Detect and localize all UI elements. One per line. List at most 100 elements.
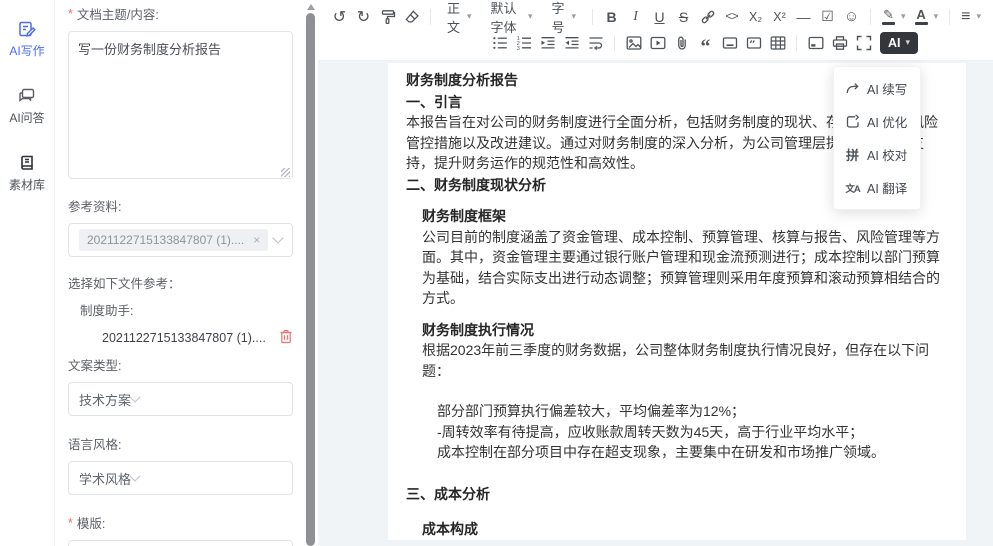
ai-menu: AI 续写 AI 优化 拼 AI 校对 文A	[833, 66, 921, 210]
attachment-icon[interactable]	[670, 31, 693, 54]
insert-video-icon[interactable]	[646, 31, 669, 54]
font-family-dropdown[interactable]: 默认字体▾	[482, 5, 542, 28]
indent-icon[interactable]	[560, 31, 583, 54]
tag-close-icon[interactable]: ×	[253, 234, 260, 246]
caret-icon: ▾	[934, 12, 939, 21]
menu-item-ai-translate[interactable]: 文A AI 翻译	[834, 171, 920, 204]
redo-icon[interactable]: ↻	[352, 5, 375, 28]
menu-item-ai-proofread[interactable]: 拼 AI 校对	[834, 138, 920, 171]
translate-icon: 文A	[845, 180, 860, 195]
outdent-icon[interactable]	[536, 31, 559, 54]
divider-block-icon[interactable]	[718, 31, 741, 54]
menu-item-label: AI 翻译	[867, 178, 907, 197]
fullscreen-icon[interactable]	[852, 31, 875, 54]
code-block-icon[interactable]	[742, 31, 765, 54]
file-reference-group-label: 制度助手:	[80, 300, 293, 319]
horizontal-rule-icon[interactable]: —	[792, 5, 815, 28]
strikethrough-icon[interactable]: S	[672, 5, 695, 28]
delete-file-icon[interactable]	[279, 329, 293, 347]
eraser-icon[interactable]	[400, 5, 423, 28]
nav-rail: AI写作 AI问答 素材库	[0, 0, 55, 546]
doc-block-h2big: 三、成本分析	[406, 484, 950, 505]
caret-icon: ▾	[976, 12, 981, 21]
doc-block-lifirst: 部分部门预算执行偏差较大，平均偏差率为12%；	[437, 401, 950, 422]
topic-label: * 文档主题/内容:	[68, 4, 293, 23]
task-checkbox-icon[interactable]: ☑	[816, 5, 839, 28]
align-dropdown[interactable]: ≡ ▾	[957, 5, 985, 28]
rail-item-label: AI写作	[9, 42, 44, 59]
menu-item-ai-optimize[interactable]: AI 优化	[834, 105, 920, 138]
file-reference-label: 选择如下文件参考：	[68, 273, 293, 292]
insert-image-icon[interactable]	[622, 31, 645, 54]
superscript-icon[interactable]: X²	[768, 5, 791, 28]
chevron-down-icon	[272, 232, 283, 243]
required-mark: *	[68, 7, 73, 21]
font-color-icon: A	[916, 8, 925, 21]
chevron-down-icon	[129, 470, 140, 481]
file-reference-row: 2021122715133847807 (1)....	[102, 329, 293, 347]
italic-icon[interactable]: I	[624, 5, 647, 28]
caret-icon: ▾	[467, 12, 472, 21]
language-style-select[interactable]: 学术风格	[68, 461, 293, 495]
app-root: AI写作 AI问答 素材库	[0, 0, 993, 546]
font-size-dropdown[interactable]: 字号▾	[543, 5, 586, 28]
scroll-up-arrow-icon[interactable]	[307, 4, 315, 10]
underline-icon[interactable]: U	[648, 5, 671, 28]
doc-block-li: 成本控制在部分项目中存在超支现象，主要集中在研发和市场推广领域。	[437, 442, 950, 463]
subscript-icon[interactable]: X₂	[744, 5, 767, 28]
rail-item-label: 素材库	[9, 176, 45, 193]
line-wrap-icon[interactable]	[584, 31, 607, 54]
resize-handle-icon[interactable]	[281, 168, 290, 177]
table-icon[interactable]	[766, 31, 789, 54]
blockquote-icon[interactable]: “	[694, 31, 717, 54]
caret-icon: ▾	[572, 12, 577, 21]
doc-block-h3: 财务制度执行情况	[422, 320, 950, 341]
template-select[interactable]: 通用模板 ✓	[68, 540, 293, 546]
rail-item-library[interactable]: 素材库	[9, 154, 45, 193]
svg-text:3: 3	[516, 46, 519, 51]
highlight-color-dropdown[interactable]: ✎ ▾	[878, 5, 910, 28]
link-icon[interactable]	[696, 5, 719, 28]
editor-toolbar: ↺ ↻ 正文▾	[318, 0, 993, 61]
numbered-list-icon[interactable]: 1 2 3	[512, 31, 535, 54]
language-style-label: 语言风格:	[68, 434, 293, 453]
reference-tag: 2021122715133847807 (1).... ×	[79, 229, 268, 251]
menu-item-label: AI 续写	[867, 79, 907, 98]
chevron-down-icon	[129, 391, 140, 402]
bold-icon[interactable]: B	[600, 5, 623, 28]
caret-icon: ▾	[528, 12, 533, 21]
menu-item-label: AI 校对	[867, 145, 907, 164]
ai-tools-button[interactable]: AI ▾	[880, 32, 918, 54]
menu-item-label: AI 优化	[867, 112, 907, 131]
menu-item-ai-continue[interactable]: AI 续写	[834, 72, 920, 105]
reference-label: 参考资料:	[68, 196, 293, 215]
topic-input[interactable]: 写一份财务制度分析报告	[68, 31, 293, 179]
language-style-value: 学术风格	[79, 469, 131, 488]
copy-type-value: 技术方案	[79, 390, 131, 409]
copy-type-select[interactable]: 技术方案	[68, 382, 293, 416]
file-name: 2021122715133847807 (1)....	[102, 331, 279, 345]
copy-type-label: 文案类型:	[68, 355, 293, 374]
editor: ↺ ↻ 正文▾	[318, 0, 993, 546]
align-icon: ≡	[961, 8, 970, 26]
reference-select[interactable]: 2021122715133847807 (1).... ×	[68, 223, 293, 257]
paragraph-style-dropdown[interactable]: 正文▾	[438, 5, 481, 28]
doc-block-li: -周转效率有待提高，应收账款周转天数为45天，高于行业平均水平；	[437, 422, 950, 443]
embed-panel-icon[interactable]	[804, 31, 827, 54]
scrollbar-thumb[interactable]	[306, 13, 315, 546]
format-painter-icon[interactable]	[376, 5, 399, 28]
print-icon[interactable]	[828, 31, 851, 54]
ai-writing-panel: * 文档主题/内容: 写一份财务制度分析报告 参考资料: 20211227151…	[55, 0, 303, 546]
highlight-pen-icon: ✎	[883, 8, 894, 21]
bullet-list-icon[interactable]	[488, 31, 511, 54]
rail-item-ai-qa[interactable]: AI问答	[9, 87, 44, 126]
emoji-icon[interactable]: ☺	[840, 5, 863, 28]
font-color-dropdown[interactable]: A ▾	[911, 5, 943, 28]
toolbar-row-1: ↺ ↻ 正文▾	[328, 4, 985, 29]
rail-item-label: AI问答	[9, 109, 44, 126]
library-icon	[18, 154, 36, 172]
rail-item-ai-writing[interactable]: AI写作	[9, 20, 44, 59]
inline-code-icon[interactable]: <>	[720, 5, 743, 28]
undo-icon[interactable]: ↺	[328, 5, 351, 28]
proofread-icon: 拼	[845, 147, 860, 162]
